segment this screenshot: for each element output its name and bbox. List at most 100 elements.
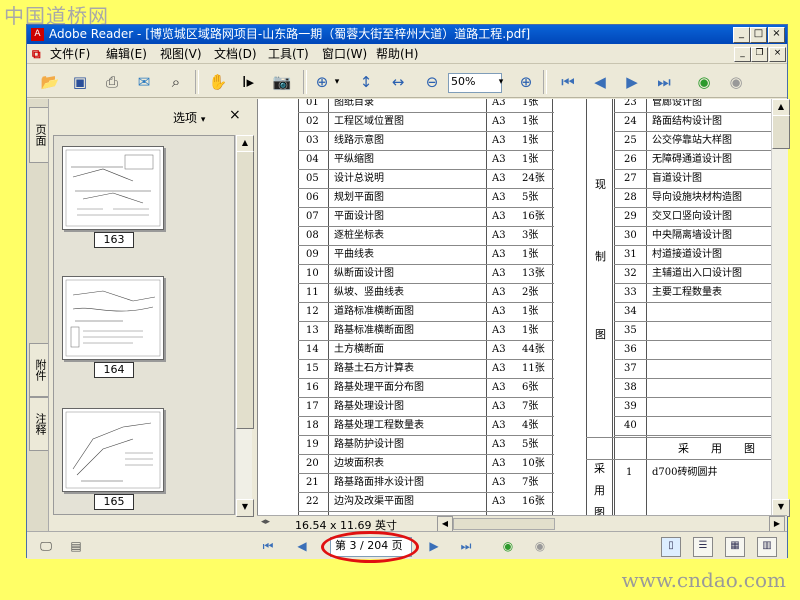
drawing-name: 纵坡、竖曲线表 (334, 287, 404, 298)
table-row-line (614, 321, 771, 322)
zoom-in-tool-icon[interactable]: ⊕ (311, 71, 333, 93)
zoom-out-icon[interactable]: ⊖ (421, 71, 443, 93)
scroll-right-button[interactable]: ▶ (769, 516, 785, 532)
menu-edit[interactable]: 编辑(E) (103, 46, 150, 62)
scroll-down-button[interactable]: ▼ (236, 499, 254, 517)
chevron-down-icon: ▾ (200, 115, 206, 125)
single-page-view-icon[interactable]: ▯ (661, 537, 681, 557)
first-page-icon[interactable]: ⏮ (557, 71, 579, 93)
sheet-count: 1张 (522, 325, 539, 336)
sheet-count: 7张 (522, 477, 539, 488)
menu-tools[interactable]: 工具(T) (265, 46, 312, 62)
document-view[interactable]: 01 图纸目录 A3 1张 02 工程区域位置图 A3 1张 03 线路示意图 A3 1张 04 平纵缩图… (257, 99, 771, 515)
continuous-view-icon[interactable]: ☰ (693, 537, 713, 557)
facing-view-icon[interactable]: ▦ (725, 537, 745, 557)
next-view-icon[interactable]: ◉ (725, 71, 747, 93)
thumbnail-header: 选项 ▾ × (53, 103, 253, 129)
email-icon[interactable]: ✉ (133, 71, 155, 93)
next-view-button[interactable]: ◉ (531, 538, 549, 554)
continuous-facing-view-icon[interactable]: ▥ (757, 537, 777, 557)
previous-view-icon[interactable]: ◉ (693, 71, 715, 93)
page-thumbnail[interactable] (62, 146, 164, 230)
drawing-name: 平面设计图 (334, 211, 384, 222)
page-thumbnail[interactable] (62, 408, 164, 492)
thumbnail-label[interactable]: 165 (94, 494, 134, 510)
panel-close-button[interactable]: × (229, 107, 241, 123)
doc-close-button[interactable]: × (769, 47, 786, 62)
options-menu[interactable]: 选项 ▾ (173, 109, 205, 126)
menu-view[interactable]: 视图(V) (157, 46, 205, 62)
sheet-count: 5张 (522, 439, 539, 450)
document-menu-icon[interactable]: ⧉ (29, 46, 44, 62)
last-page-icon[interactable]: ⏭ (653, 71, 675, 93)
paper-size: A3 (492, 192, 506, 203)
thumbnail-label[interactable]: 163 (94, 232, 134, 248)
drawing-name: 路基处理设计图 (334, 401, 404, 412)
print-icon[interactable]: ⎙ (101, 71, 123, 93)
table-grid-line (614, 99, 615, 515)
doc-restore-button[interactable]: ❐ (751, 47, 768, 62)
highlight-circle (321, 531, 419, 563)
drawing-name: 路面结构设计图 (652, 116, 722, 127)
previous-page-button[interactable]: ◀ (293, 538, 311, 554)
snapshot-camera-icon[interactable]: 📷 (271, 71, 293, 93)
next-page-button[interactable]: ▶ (425, 538, 443, 554)
menu-window[interactable]: 窗口(W) (319, 46, 370, 62)
previous-page-icon[interactable]: ◀ (589, 71, 611, 93)
save-icon[interactable]: ▣ (69, 71, 91, 93)
sheet-count: 2张 (522, 287, 539, 298)
document-scrollbar[interactable]: ▲ ▼ (771, 99, 790, 517)
paper-size: A3 (492, 249, 506, 260)
row-number: 24 (624, 116, 637, 127)
tab-attachments[interactable]: 附件 (29, 343, 48, 397)
select-text-icon[interactable]: I▸ (237, 71, 259, 93)
row-number: 02 (306, 116, 319, 127)
maximize-button[interactable]: □ (750, 27, 767, 43)
zoom-in-icon[interactable]: ⊕ (515, 71, 537, 93)
hand-tool-icon[interactable]: ✋ (207, 71, 229, 93)
row-number: 27 (624, 173, 637, 184)
chevron-down-icon[interactable]: ▾ (331, 71, 343, 93)
row-number: 18 (306, 420, 319, 431)
previous-view-button[interactable]: ◉ (499, 538, 517, 554)
table-row-line (614, 340, 771, 341)
fit-width-icon[interactable]: ↔ (387, 71, 409, 93)
doc-minimize-button[interactable]: _ (734, 47, 751, 62)
scroll-thumb[interactable] (236, 151, 254, 429)
page-size-toggle-icon[interactable]: ◂▸ (261, 517, 270, 527)
tab-pages[interactable]: 页面 (29, 107, 48, 163)
table-grid-line (328, 99, 329, 515)
thumbnail-label[interactable]: 164 (94, 362, 134, 378)
close-button[interactable]: × (768, 27, 785, 43)
next-page-icon[interactable]: ▶ (621, 71, 643, 93)
drawing-name: 边沟及改渠平面图 (334, 496, 414, 507)
row-number: 28 (624, 192, 637, 203)
menu-file[interactable]: 文件(F) (47, 46, 93, 62)
tab-comments[interactable]: 注释 (29, 397, 48, 451)
open-folder-icon[interactable]: 📂 (39, 71, 61, 93)
minimize-button[interactable]: _ (733, 27, 750, 43)
thumbnail-scrollbar[interactable]: ▲ ▼ (235, 135, 254, 517)
table-row-line (614, 378, 771, 379)
search-binoculars-icon[interactable]: ⌕ (165, 71, 187, 93)
zoom-dropdown-icon[interactable]: ▾ (495, 71, 507, 93)
watermark-bottom: www.cndao.com (621, 568, 786, 592)
menu-help[interactable]: 帮助(H) (373, 46, 421, 62)
last-page-button[interactable]: ⏭ (457, 538, 475, 554)
monitor-icon[interactable]: 🖵 (37, 538, 55, 554)
sheet-count: 1张 (522, 306, 539, 317)
scroll-left-button[interactable]: ◀ (437, 516, 453, 532)
first-page-button[interactable]: ⏮ (259, 538, 277, 554)
page-thumbnail[interactable] (62, 276, 164, 360)
menu-document[interactable]: 文档(D) (211, 46, 260, 62)
horizontal-scroll-thumb[interactable] (453, 518, 555, 530)
panel-options-icon[interactable]: ▤ (67, 538, 85, 554)
sheet-count: 1张 (522, 135, 539, 146)
drawing-name: 主要工程数量表 (652, 287, 722, 298)
paper-size: A3 (492, 496, 506, 507)
actual-size-icon[interactable]: ↕ (355, 71, 377, 93)
scroll-thumb[interactable] (772, 115, 790, 149)
zoom-input[interactable]: 50% (448, 73, 502, 93)
drawing-preview (65, 149, 161, 227)
row-number: 1 (626, 467, 633, 478)
